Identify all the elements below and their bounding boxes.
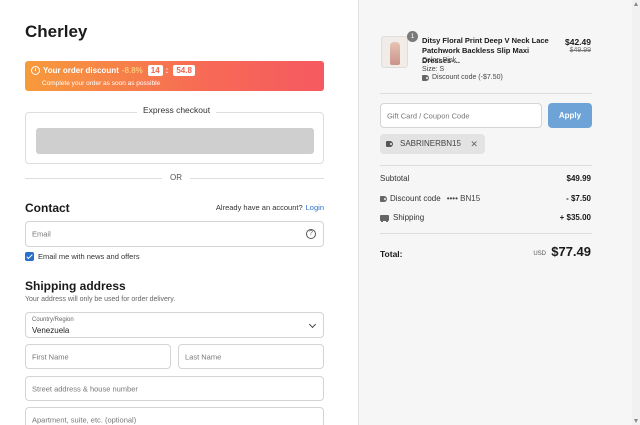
product-price: $42.49 (565, 37, 591, 47)
divider (380, 233, 592, 234)
login-link[interactable]: Login (306, 203, 324, 212)
product-color: Color: Pink (422, 57, 457, 64)
apartment-placeholder: Apartment, suite, etc. (optional) (32, 415, 137, 424)
chevron-down-icon (308, 320, 317, 329)
order-summary-panel: 1 Ditsy Floral Print Deep V Neck Lace Pa… (358, 0, 640, 425)
express-checkout-title: Express checkout (137, 105, 217, 115)
countdown-minutes: 14 (147, 65, 163, 76)
close-icon[interactable]: ✕ (470, 134, 478, 154)
street-placeholder: Street address & house number (32, 384, 138, 393)
express-checkout-box (25, 112, 324, 164)
discount-percent: -8.8% (121, 66, 143, 75)
shipping-row: Shipping (380, 213, 424, 222)
tag-icon (386, 141, 393, 147)
first-name-field[interactable]: First Name (25, 344, 171, 369)
coupon-input[interactable]: Gift Card / Coupon Code (380, 103, 542, 128)
coupon-placeholder: Gift Card / Coupon Code (387, 111, 470, 120)
discount-label: Your order discount (43, 66, 119, 75)
shipping-title: Shipping address (25, 279, 126, 293)
product-thumbnail (381, 36, 408, 68)
apply-button[interactable]: Apply (548, 103, 592, 128)
scrollbar[interactable] (632, 0, 640, 425)
product-original-price: $49.99 (569, 47, 591, 54)
country-value: Venezuela (32, 326, 70, 335)
subtotal-value: $49.99 (566, 174, 591, 183)
truck-icon (380, 214, 389, 222)
country-select[interactable]: Country/Region Venezuela (25, 312, 324, 338)
product-size: Size: S (422, 66, 445, 73)
discount-subtext: Complete your order as soon as possible (42, 80, 161, 87)
dress-image (390, 42, 400, 65)
divider (380, 93, 592, 94)
total-value: $77.49 (551, 244, 591, 259)
order-discount-banner: Your order discount -8.8% 14 : 54.8 Comp… (25, 61, 324, 91)
divider (380, 165, 592, 166)
tag-icon (380, 195, 387, 202)
contact-title: Contact (25, 201, 70, 215)
countdown-colon: : (165, 66, 169, 75)
email-field[interactable]: Email ? (25, 221, 324, 247)
newsletter-checkbox[interactable] (25, 252, 34, 261)
discount-code-label: Discount code (390, 194, 441, 203)
scroll-down-arrow-icon[interactable] (634, 419, 638, 423)
question-circle-icon[interactable]: ? (306, 229, 316, 239)
scroll-up-arrow-icon[interactable] (634, 2, 638, 6)
shipping-subtitle: Your address will only be used for order… (25, 296, 176, 303)
email-placeholder: Email (32, 229, 51, 239)
brand-logo[interactable]: Cherley (25, 22, 87, 42)
express-checkout-button[interactable] (36, 128, 314, 154)
currency-code: USD (533, 251, 546, 257)
discount-row: Discount code •••• BN15 (380, 194, 480, 203)
or-divider-label: OR (162, 173, 190, 182)
shipping-value: + $35.00 (559, 213, 591, 222)
alarm-clock-icon (31, 66, 40, 75)
tag-icon (422, 74, 429, 81)
subtotal-label: Subtotal (380, 174, 410, 183)
account-prompt-text: Already have an account? (215, 203, 303, 212)
product-discount-text: Discount code (-$7.50) (432, 74, 503, 81)
account-prompt: Already have an account? Login (216, 203, 324, 212)
first-name-placeholder: First Name (32, 352, 69, 361)
discount-value: - $7.50 (566, 194, 591, 203)
shipping-label: Shipping (393, 213, 425, 222)
applied-coupon-chip: SABRINERBN15 ✕ (380, 134, 485, 154)
country-label: Country/Region (32, 317, 74, 323)
apartment-field[interactable]: Apartment, suite, etc. (optional) (25, 407, 324, 425)
total-label: Total: (380, 249, 403, 259)
countdown-seconds: 54.8 (173, 65, 195, 76)
product-discount: Discount code (-$7.50) (422, 74, 503, 81)
last-name-placeholder: Last Name (185, 352, 222, 361)
checkout-form-panel: Cherley Your order discount -8.8% 14 : 5… (0, 0, 358, 425)
applied-coupon-code: SABRINERBN15 (400, 139, 461, 148)
discount-row: Your order discount -8.8% 14 : 54.8 (31, 65, 195, 76)
street-address-field[interactable]: Street address & house number (25, 376, 324, 401)
quantity-badge: 1 (407, 31, 418, 42)
newsletter-label[interactable]: Email me with news and offers (38, 252, 140, 261)
discount-code-mask: •••• BN15 (446, 194, 481, 203)
last-name-field[interactable]: Last Name (178, 344, 324, 369)
